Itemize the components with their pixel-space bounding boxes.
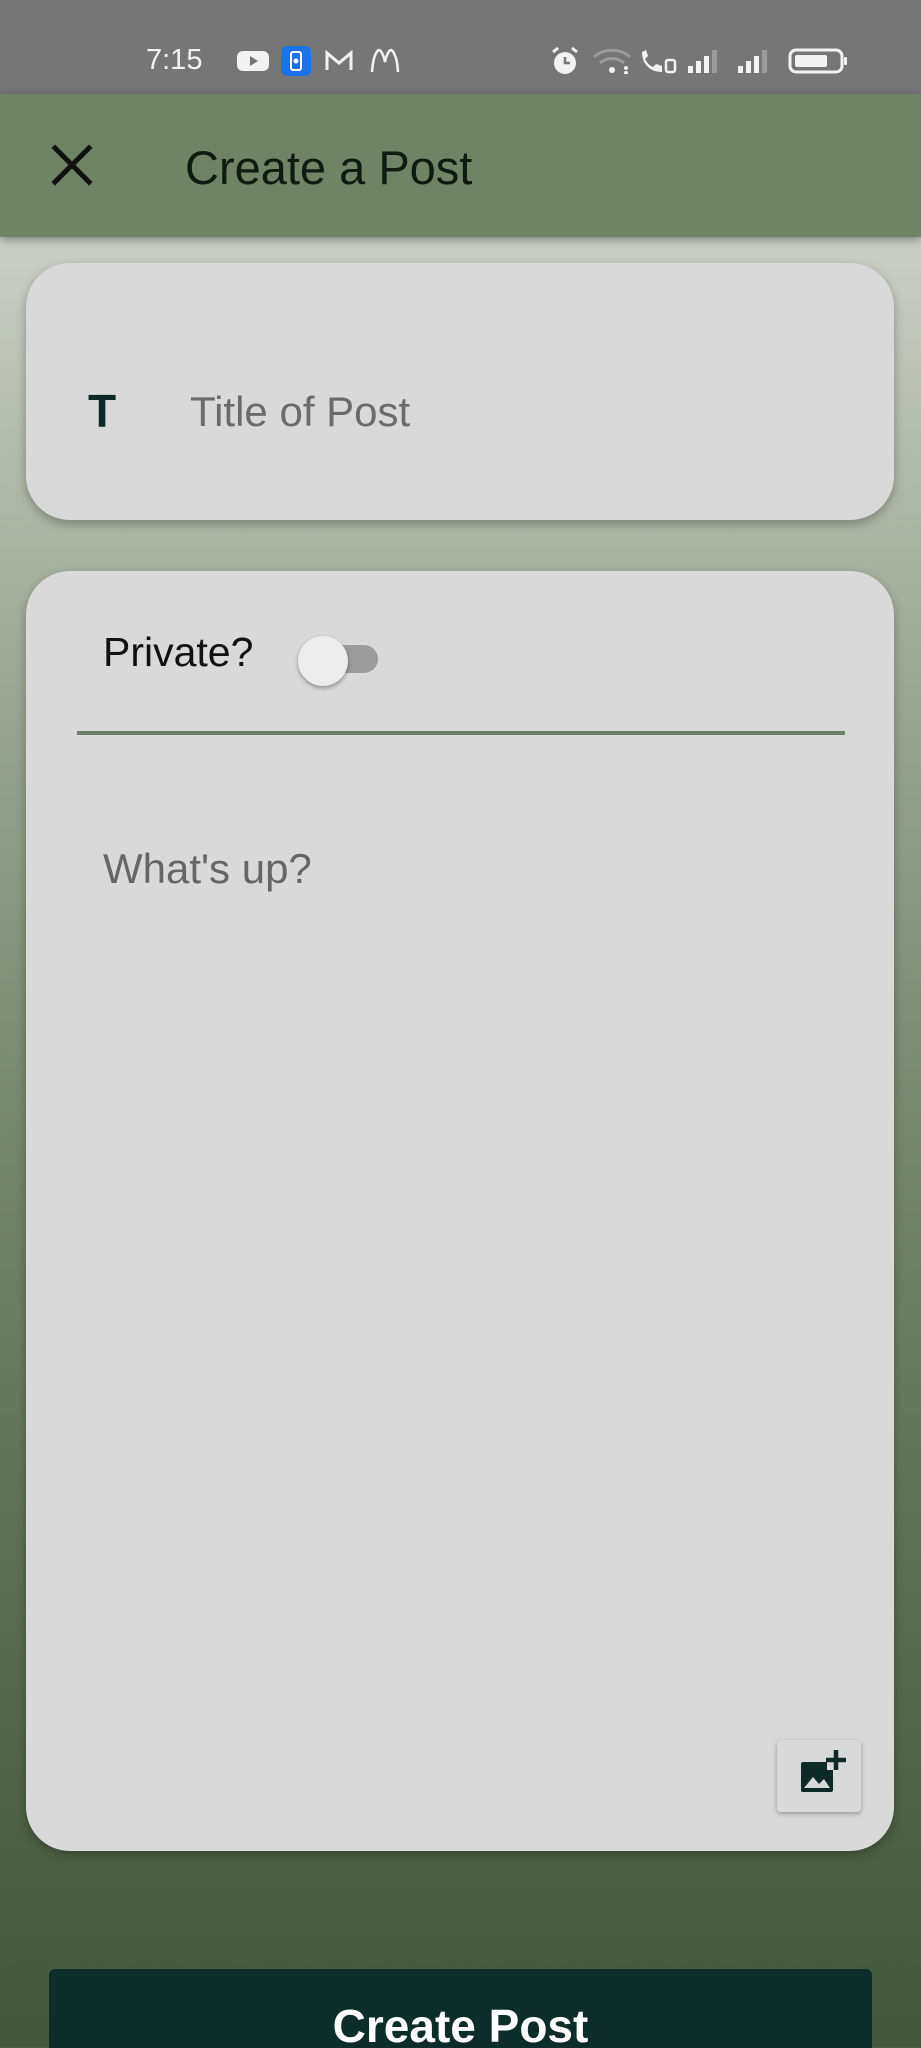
private-label: Private? [103,629,254,675]
close-button[interactable] [40,133,104,197]
app-notification-icon [281,46,311,76]
post-title-input[interactable] [190,380,850,444]
post-body-input[interactable] [103,845,843,1725]
page-title: Create a Post [185,141,473,194]
toggle-thumb [298,636,348,686]
private-toggle[interactable] [298,632,382,686]
signal-icon [738,50,767,73]
status-bar: 7:15 [0,0,921,94]
wifi-icon [592,48,632,74]
status-time: 7:15 [146,44,203,76]
divider [77,731,845,735]
alarm-icon [552,46,578,74]
text-title-icon: T [88,385,117,437]
create-post-button[interactable]: Create Post [49,1969,872,2048]
close-icon [51,144,93,186]
battery-icon [788,48,847,74]
signal-icon [688,50,717,73]
wifi-calling-icon [642,50,677,74]
add-image-button[interactable] [777,1740,861,1812]
youtube-icon [237,51,269,71]
add-photo-icon [801,1750,846,1792]
gmail-icon [325,49,353,70]
mcdonalds-icon [370,48,400,73]
